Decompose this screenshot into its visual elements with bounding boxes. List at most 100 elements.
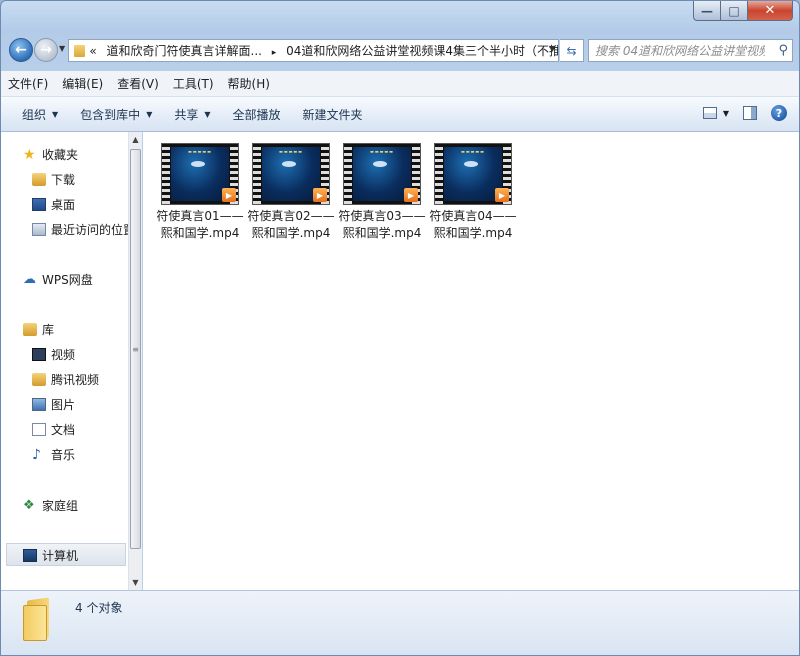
play-icon: ▶ — [495, 188, 509, 202]
explorer-window: — □ ✕ ← → ▼ « 道和欣奇门符使真言详解面... ▸ 04道和欣网络公… — [0, 0, 800, 656]
nav-tencent-video[interactable]: 腾讯视频 — [32, 371, 99, 388]
nav-downloads[interactable]: 下载 — [32, 171, 75, 188]
new-folder-button[interactable]: 新建文件夹 — [292, 106, 374, 123]
organize-button[interactable]: 组织 ▼ — [1, 106, 69, 123]
file-item[interactable]: ▬▬▬▬▬ ▶ 符使真言04——熙和国学.mp4 — [428, 140, 518, 242]
address-bar[interactable]: « 道和欣奇门符使真言详解面... ▸ 04道和欣网络公益讲堂视频课4集三个半小… — [68, 39, 559, 62]
share-label: 共享 — [174, 107, 199, 122]
refresh-icon: ⇆ — [566, 43, 577, 58]
recent-pages-dropdown[interactable]: ▼ — [59, 44, 65, 53]
minimize-button[interactable]: — — [693, 1, 720, 21]
chevron-down-icon: ▼ — [146, 109, 153, 119]
chevron-down-icon: ▼ — [722, 108, 729, 118]
nav-pictures[interactable]: 图片 — [32, 396, 75, 413]
nav-downloads-label: 下载 — [51, 173, 76, 187]
menu-file[interactable]: 文件(F) — [1, 75, 55, 92]
nav-pictures-label: 图片 — [51, 398, 76, 412]
nav-homegroup-label: 家庭组 — [42, 499, 79, 513]
nav-videos[interactable]: 视频 — [32, 346, 75, 363]
breadcrumb-parent[interactable]: 道和欣奇门符使真言详解面... — [107, 44, 262, 58]
recent-places-icon — [32, 223, 46, 236]
homegroup-icon: ❖ — [23, 498, 35, 513]
video-thumbnail-icon: ▬▬▬▬▬ ▶ — [161, 143, 239, 205]
nav-computer-label: 计算机 — [42, 549, 79, 563]
search-box[interactable]: 搜索 04道和欣网络公益讲堂视频课4... ⚲ — [588, 39, 793, 62]
nav-favorites-label: 收藏夹 — [42, 148, 79, 162]
nav-desktop[interactable]: 桌面 — [32, 196, 75, 213]
play-all-button[interactable]: 全部播放 — [222, 106, 292, 123]
play-icon: ▶ — [222, 188, 236, 202]
item-count: 4 个对象 — [75, 601, 123, 615]
nav-libraries[interactable]: 库 — [23, 321, 54, 338]
menu-tools[interactable]: 工具(T) — [166, 75, 221, 92]
desktop-icon — [32, 198, 46, 211]
include-library-label: 包含到库中 — [80, 107, 141, 122]
back-button[interactable]: ← — [9, 38, 33, 62]
downloads-folder-icon — [32, 173, 46, 186]
refresh-button[interactable]: ⇆ — [560, 39, 584, 62]
address-path: « 道和欣奇门符使真言详解面... ▸ 04道和欣网络公益讲堂视频课4集三个半小… — [89, 42, 558, 59]
preview-pane-icon[interactable] — [743, 106, 757, 120]
folder-icon — [32, 373, 46, 386]
file-name: 符使真言01——熙和国学.mp4 — [156, 209, 244, 240]
scrollbar-thumb[interactable]: ≡ — [130, 149, 141, 549]
organize-label: 组织 — [22, 107, 47, 122]
file-item[interactable]: ▬▬▬▬▬ ▶ 符使真言01——熙和国学.mp4 — [155, 140, 245, 242]
change-view-button[interactable]: ▼ — [702, 107, 729, 119]
nav-wps-label: WPS网盘 — [42, 273, 93, 287]
computer-icon — [23, 549, 37, 562]
close-button[interactable]: ✕ — [747, 1, 793, 21]
share-button[interactable]: 共享 ▼ — [163, 106, 221, 123]
menu-bar: 文件(F) 编辑(E) 查看(V) 工具(T) 帮助(H) — [1, 71, 799, 97]
breadcrumb-current[interactable]: 04道和欣网络公益讲堂视频课4集三个半小时（不推荐） — [286, 44, 558, 58]
forward-button[interactable]: → — [34, 38, 58, 62]
maximize-button[interactable]: □ — [720, 1, 747, 21]
arrow-left-icon: ← — [15, 42, 27, 58]
breadcrumb-overflow[interactable]: « — [89, 44, 96, 58]
file-item[interactable]: ▬▬▬▬▬ ▶ 符使真言02——熙和国学.mp4 — [246, 140, 336, 242]
video-thumbnail-icon: ▬▬▬▬▬ ▶ — [343, 143, 421, 205]
search-placeholder[interactable]: 搜索 04道和欣网络公益讲堂视频课4... — [595, 42, 765, 59]
star-icon: ★ — [23, 146, 36, 163]
navpane-scrollbar[interactable]: ▲ ≡ ▼ — [128, 132, 142, 590]
address-dropdown-icon[interactable]: ▼ — [549, 44, 555, 53]
video-library-icon — [32, 348, 46, 361]
scroll-down-arrow-icon[interactable]: ▼ — [129, 575, 142, 590]
nav-music[interactable]: ♪ 音乐 — [32, 446, 75, 463]
menu-help[interactable]: 帮助(H) — [221, 75, 277, 92]
caption-buttons: — □ ✕ — [693, 1, 793, 21]
folder-icon — [23, 597, 51, 641]
folder-icon — [74, 44, 86, 57]
nav-desktop-label: 桌面 — [51, 198, 76, 212]
breadcrumb-separator[interactable]: ▸ — [272, 48, 277, 58]
view-icon — [702, 107, 717, 119]
file-item[interactable]: ▬▬▬▬▬ ▶ 符使真言03——熙和国学.mp4 — [337, 140, 427, 242]
nav-tencent-label: 腾讯视频 — [51, 373, 100, 387]
documents-icon — [32, 423, 46, 436]
play-icon: ▶ — [404, 188, 418, 202]
play-icon: ▶ — [313, 188, 327, 202]
nav-recent-places[interactable]: 最近访问的位置 — [32, 221, 135, 238]
nav-wps-drive[interactable]: ☁ WPS网盘 — [23, 271, 93, 288]
chevron-down-icon: ▼ — [204, 109, 211, 119]
nav-libraries-label: 库 — [42, 323, 55, 337]
arrow-right-icon: → — [40, 42, 52, 58]
nav-documents[interactable]: 文档 — [32, 421, 75, 438]
file-name: 符使真言04——熙和国学.mp4 — [429, 209, 517, 240]
toolbar-right-group: ▼ ? — [702, 105, 787, 121]
nav-computer[interactable]: 计算机 — [23, 547, 78, 564]
menu-view[interactable]: 查看(V) — [110, 75, 166, 92]
music-note-icon: ♪ — [32, 446, 41, 463]
nav-music-label: 音乐 — [51, 448, 76, 462]
details-pane: 4 个对象 — [1, 590, 799, 655]
help-icon[interactable]: ? — [771, 105, 787, 121]
nav-homegroup[interactable]: ❖ 家庭组 — [23, 497, 78, 514]
chevron-down-icon: ▼ — [52, 109, 59, 119]
scroll-up-arrow-icon[interactable]: ▲ — [129, 132, 142, 147]
library-icon — [23, 323, 37, 336]
include-in-library-button[interactable]: 包含到库中 ▼ — [69, 106, 163, 123]
new-folder-label: 新建文件夹 — [302, 107, 363, 122]
nav-favorites[interactable]: ★ 收藏夹 — [23, 146, 78, 163]
search-icon[interactable]: ⚲ — [778, 43, 788, 58]
menu-edit[interactable]: 编辑(E) — [55, 75, 110, 92]
